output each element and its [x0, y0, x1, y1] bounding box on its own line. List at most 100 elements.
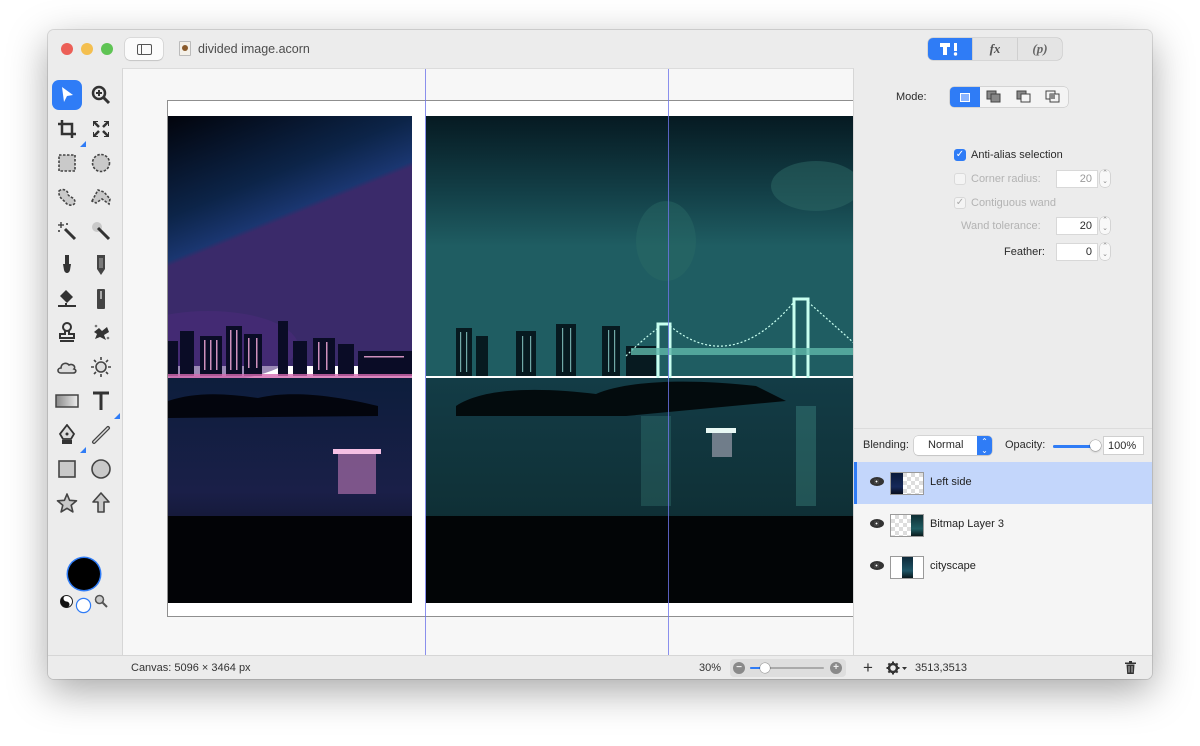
color-well[interactable]: [68, 558, 100, 590]
visibility-eye-icon[interactable]: [870, 519, 884, 528]
zoom-window-button[interactable]: [101, 43, 113, 55]
layer-blending-bar: Blending: Normal ⌃ ⌄ Opacity: 100%: [854, 428, 1152, 462]
intersect-selection-icon: [1045, 90, 1060, 103]
tool-polygon-lasso[interactable]: [86, 182, 116, 212]
eraser-icon: [97, 289, 105, 309]
layer-thumbnail: [890, 514, 924, 537]
tool-zoom[interactable]: [86, 80, 116, 110]
anti-alias-checkbox[interactable]: ✓: [954, 149, 966, 161]
layer-name: Bitmap Layer 3: [930, 518, 1004, 530]
layer-name: Left side: [930, 476, 972, 488]
tool-options-panel: Mode: ✓ Anti-alias selection Corner radi…: [854, 68, 1152, 428]
trash-icon[interactable]: [1125, 661, 1136, 674]
tool-bezier-pen[interactable]: [52, 420, 86, 453]
tool-lasso[interactable]: [52, 182, 82, 212]
minimize-window-button[interactable]: [81, 43, 93, 55]
layer-thumbnail: [890, 472, 924, 495]
status-bar: Canvas: 5096 × 3464 px 30% − + + 3513,35…: [48, 655, 1152, 679]
tool-text[interactable]: [86, 386, 120, 419]
close-window-button[interactable]: [61, 43, 73, 55]
vertical-guide[interactable]: [425, 69, 426, 655]
tool-dodge[interactable]: [86, 352, 116, 382]
corner-radius-checkbox[interactable]: [954, 173, 966, 185]
add-layer-button[interactable]: +: [863, 658, 873, 678]
submenu-indicator: [80, 447, 86, 453]
opacity-field[interactable]: 100%: [1103, 436, 1144, 455]
vertical-guide[interactable]: [668, 69, 669, 655]
tool-rect-select[interactable]: [52, 148, 82, 178]
tool-magic-wand[interactable]: [52, 216, 82, 246]
mode-subtract-button[interactable]: [1009, 87, 1039, 107]
tool-oval[interactable]: [86, 454, 116, 484]
window-title: divided image.acorn: [198, 42, 310, 56]
tab-properties[interactable]: (p): [1017, 38, 1062, 60]
rect-marquee-icon: [58, 154, 76, 172]
canvas-size-label: Canvas: 5096 × 3464 px: [131, 662, 251, 674]
zoom-slider-knob[interactable]: [759, 663, 770, 673]
wand-tolerance-stepper[interactable]: ⌃ ⌄: [1100, 217, 1110, 234]
layer-row[interactable]: Left side: [854, 462, 1152, 504]
tool-smudge[interactable]: [86, 318, 116, 348]
tool-ellipse-select[interactable]: [86, 148, 116, 178]
tool-crop[interactable]: [52, 114, 86, 147]
mode-replace-button[interactable]: [950, 87, 980, 107]
canvas-area[interactable]: [122, 68, 854, 655]
corner-radius-stepper[interactable]: ⌃ ⌄: [1100, 170, 1110, 187]
mode-label: Mode:: [896, 91, 927, 103]
opacity-slider-fill: [1053, 445, 1095, 448]
background-color-well[interactable]: [77, 599, 90, 612]
tab-tool-options[interactable]: [928, 38, 972, 60]
contiguous-wand-checkbox[interactable]: ✓: [954, 197, 966, 209]
zoom-in-button[interactable]: +: [830, 662, 842, 674]
pencil-icon: [97, 255, 105, 275]
document-canvas[interactable]: [167, 100, 853, 617]
layer-row[interactable]: cityscape: [854, 546, 1152, 588]
tab-filters[interactable]: fx: [972, 38, 1017, 60]
color-picker-magnifier-icon[interactable]: [94, 594, 108, 608]
tool-line[interactable]: [86, 420, 116, 450]
mode-intersect-button[interactable]: [1039, 87, 1069, 107]
tool-gradient[interactable]: [52, 386, 82, 416]
tool-paint-bucket[interactable]: [52, 284, 82, 314]
right-side-image: [426, 116, 853, 603]
zoom-in-icon: [91, 85, 111, 105]
opacity-slider-knob[interactable]: [1090, 440, 1101, 451]
tool-rectangle[interactable]: [52, 454, 82, 484]
visibility-eye-icon[interactable]: [870, 477, 884, 486]
tool-select-arrow[interactable]: [52, 80, 82, 110]
zoom-out-button[interactable]: −: [733, 662, 745, 674]
mode-add-button[interactable]: [980, 87, 1010, 107]
wand-tolerance-field[interactable]: 20: [1056, 217, 1098, 235]
layer-name: cityscape: [930, 560, 976, 572]
tool-brush[interactable]: [52, 250, 82, 280]
corner-radius-field[interactable]: 20: [1056, 170, 1098, 188]
tool-clone-stamp[interactable]: [52, 318, 82, 348]
oval-shape-icon: [91, 459, 111, 479]
tool-transform[interactable]: [86, 114, 116, 144]
color-wand-icon: [92, 222, 111, 241]
gear-menu-icon[interactable]: [886, 661, 908, 675]
blending-mode-select[interactable]: Normal ⌃ ⌄: [914, 436, 992, 455]
feather-field[interactable]: 0: [1056, 243, 1098, 261]
tool-eraser[interactable]: [86, 284, 116, 314]
blending-label: Blending:: [863, 439, 909, 451]
subtract-selection-icon: [1016, 90, 1031, 103]
magic-wand-icon: [58, 222, 77, 241]
tool-pencil[interactable]: [86, 250, 116, 280]
transform-arrows-icon: [93, 121, 109, 137]
tool-color-wand[interactable]: [86, 216, 116, 246]
visibility-eye-icon[interactable]: [870, 561, 884, 570]
tool-star[interactable]: [52, 488, 82, 518]
tool-burn[interactable]: [52, 352, 82, 382]
wand-tolerance-label: Wand tolerance:: [961, 220, 1041, 232]
gradient-icon: [55, 394, 79, 408]
filters-icon: fx: [989, 41, 1001, 56]
swap-colors-icon[interactable]: [60, 595, 73, 608]
toggle-sidebar-button[interactable]: [125, 38, 163, 60]
zoom-level-label: 30%: [699, 662, 722, 674]
tool-options-icon: [940, 43, 958, 56]
tool-arrow-shape[interactable]: [86, 488, 116, 518]
layer-row[interactable]: Bitmap Layer 3: [854, 504, 1152, 546]
add-selection-icon: [986, 90, 1001, 103]
feather-stepper[interactable]: ⌃ ⌄: [1100, 243, 1110, 260]
